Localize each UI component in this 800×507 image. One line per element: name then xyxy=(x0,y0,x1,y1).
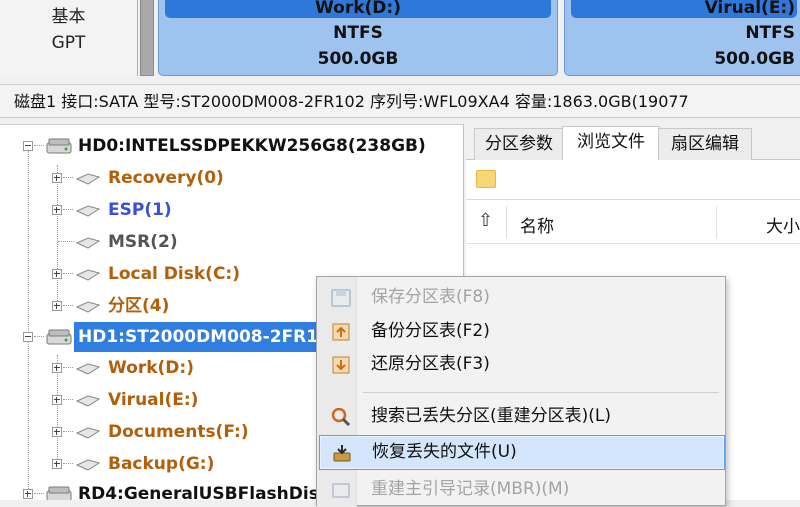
expand-toggle-icon[interactable] xyxy=(52,205,62,215)
disk-type-line2: GPT xyxy=(51,33,86,53)
column-header-name[interactable]: 名称 xyxy=(520,212,554,237)
partition-block-virual[interactable]: Virual(E:) NTFS 500.0GB xyxy=(564,0,800,76)
menu-item-label: 搜索已丢失分区(重建分区表)(L) xyxy=(371,406,611,426)
disk-map: 基本 GPT Work(D:) NTFS 500.0GB Virual(E:) … xyxy=(0,0,800,84)
tree-item-label: HD1:ST2000DM008-2FR10 xyxy=(74,322,334,352)
tree-item-msr[interactable]: MSR(2) xyxy=(0,227,460,257)
tree-item-label: HD0:INTELSSDPEKKW256G8(238GB) xyxy=(78,136,426,156)
hard-disk-icon xyxy=(46,329,72,345)
tree-item-label: Documents(F:) xyxy=(108,422,249,442)
partition-icon xyxy=(76,427,100,439)
partition-icon xyxy=(76,459,100,471)
expand-toggle-icon[interactable] xyxy=(23,489,33,499)
collapse-toggle-icon[interactable] xyxy=(23,332,33,342)
partition-fs: NTFS xyxy=(333,23,383,43)
tree-item-label: Recovery(0) xyxy=(108,168,224,188)
menu-item-label: 恢复丢失的文件(U) xyxy=(372,442,517,462)
expand-toggle-icon[interactable] xyxy=(52,269,62,279)
partition-name: Virual(E:) xyxy=(704,0,795,18)
tree-item-label: Work(D:) xyxy=(108,358,194,378)
column-header-size[interactable]: 大小 xyxy=(766,212,800,237)
restore-icon xyxy=(332,356,350,374)
partition-icon xyxy=(76,301,100,313)
file-list-header: ⇧ 名称 大小 xyxy=(466,200,800,244)
tree-item-hd0[interactable]: HD0:INTELSSDPEKKW256G8(238GB) xyxy=(0,131,460,161)
hard-disk-icon xyxy=(46,138,72,154)
search-icon xyxy=(331,408,351,426)
expand-toggle-icon[interactable] xyxy=(52,363,62,373)
save-icon xyxy=(331,289,351,307)
expand-toggle-icon[interactable] xyxy=(52,427,62,437)
expand-toggle-icon[interactable] xyxy=(52,301,62,311)
tree-item-label: 分区(4) xyxy=(108,296,170,316)
partition-icon xyxy=(76,269,100,281)
recover-files-icon xyxy=(333,445,351,462)
menu-item-search-lost-partitions[interactable]: 搜索已丢失分区(重建分区表)(L) xyxy=(319,400,723,433)
folder-icon xyxy=(476,170,496,188)
usb-disk-icon xyxy=(46,486,72,500)
rebuild-mbr-icon xyxy=(332,483,350,498)
expand-toggle-icon[interactable] xyxy=(52,459,62,469)
partition-icon xyxy=(76,173,100,185)
expand-toggle-icon[interactable] xyxy=(52,173,62,183)
partition-name: Work(D:) xyxy=(315,0,401,18)
partition-size: 500.0GB xyxy=(714,49,795,69)
menu-item-label: 保存分区表(F8) xyxy=(371,287,490,307)
up-arrow-icon[interactable]: ⇧ xyxy=(478,210,493,231)
tree-item-label: Backup(G:) xyxy=(108,454,215,474)
menu-item-rebuild-mbr[interactable]: 重建主引导记录(MBR)(M) xyxy=(319,473,723,506)
path-bar[interactable] xyxy=(466,160,800,200)
partition-fs: NTFS xyxy=(745,23,795,43)
disk-info-bar: 磁盘1 接口:SATA 型号:ST2000DM008-2FR102 序列号:WF… xyxy=(0,84,800,118)
tab-sector-edit[interactable]: 扇区编辑 xyxy=(658,128,752,161)
menu-item-label: 备份分区表(F2) xyxy=(371,321,490,341)
context-menu: 保存分区表(F8) 备份分区表(F2) 还原分区表(F3) 搜索已丢失分区(重建… xyxy=(316,276,726,507)
tree-item-recovery[interactable]: Recovery(0) xyxy=(0,163,460,193)
partition-icon xyxy=(76,205,100,217)
menu-item-recover-lost-files[interactable]: 恢复丢失的文件(U) xyxy=(319,435,725,470)
tab-bar: 分区参数 浏览文件 扇区编辑 xyxy=(466,124,800,162)
partition-size: 500.0GB xyxy=(317,49,399,69)
menu-item-restore-partition-table[interactable]: 还原分区表(F3) xyxy=(319,348,723,381)
partition-icon xyxy=(76,363,100,375)
tree-item-label: ESP(1) xyxy=(108,200,172,220)
partition-icon xyxy=(76,395,100,407)
menu-item-save-partition-table[interactable]: 保存分区表(F8) xyxy=(319,281,723,314)
partition-icon xyxy=(76,237,100,249)
partition-block-work[interactable]: Work(D:) NTFS 500.0GB xyxy=(158,0,558,76)
menu-item-backup-partition-table[interactable]: 备份分区表(F2) xyxy=(319,315,723,348)
disk-type-label: 基本 GPT xyxy=(0,0,138,76)
collapse-toggle-icon[interactable] xyxy=(23,141,33,151)
tree-item-label: Virual(E:) xyxy=(108,390,199,410)
expand-toggle-icon[interactable] xyxy=(52,395,62,405)
tree-item-label: MSR(2) xyxy=(108,232,178,252)
tree-item-esp[interactable]: ESP(1) xyxy=(0,195,460,225)
tab-browse-files[interactable]: 浏览文件 xyxy=(562,126,660,162)
disk-type-line1: 基本 xyxy=(51,7,86,27)
tab-partition-params[interactable]: 分区参数 xyxy=(474,128,564,161)
unallocated-block xyxy=(140,0,154,76)
tree-item-label: Local Disk(C:) xyxy=(108,264,240,284)
tree-item-label: RD4:GeneralUSBFlashDis xyxy=(78,484,319,500)
backup-icon xyxy=(332,323,350,341)
menu-item-label: 重建主引导记录(MBR)(M) xyxy=(371,479,570,499)
menu-item-label: 还原分区表(F3) xyxy=(371,354,490,374)
